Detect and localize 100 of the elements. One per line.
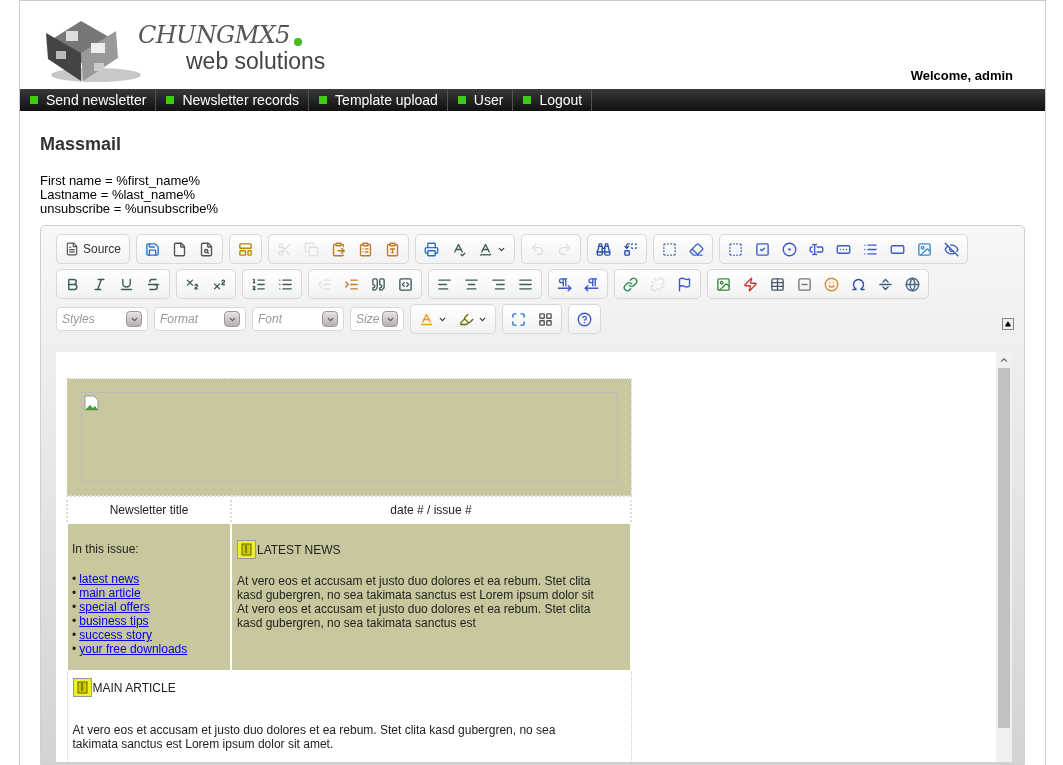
select-field-icon (863, 241, 879, 257)
flash-icon (743, 276, 758, 292)
new-page-icon (172, 241, 188, 257)
preview-icon (199, 241, 215, 257)
smiley-icon (824, 276, 839, 292)
numbered-list-icon (251, 276, 266, 292)
undo-icon (530, 241, 546, 257)
bullet-icon (319, 96, 328, 104)
contents-link[interactable]: your free downloads (79, 642, 188, 656)
broken-image-icon (83, 395, 100, 411)
text-color-icon (419, 311, 434, 327)
paste-text-icon (358, 241, 374, 257)
variable-text: Lastname = %last_name% (40, 188, 195, 202)
contents-link[interactable]: success story (79, 628, 152, 642)
copy-icon (304, 241, 320, 257)
checkbox-icon (755, 241, 771, 257)
bullet-text: • (72, 586, 77, 600)
hidden-field-icon (944, 241, 960, 257)
bullet-text: • (72, 628, 77, 642)
contents-link[interactable]: special offers (79, 600, 150, 614)
bulleted-list-icon (278, 276, 293, 292)
contents-link[interactable]: main article (79, 586, 141, 600)
bullet-icon (30, 96, 38, 104)
variable-text: First name = %first_name% (40, 174, 202, 188)
page-break-icon (878, 276, 893, 292)
source-button[interactable]: Source (60, 238, 127, 260)
contents-link[interactable]: latest news (79, 572, 140, 586)
variable-text: unsubscribe = %unsubscribe% (40, 202, 220, 216)
paste-icon (331, 241, 347, 257)
globe-icon (905, 276, 920, 292)
outdent-icon (317, 276, 332, 292)
bullet-icon (166, 96, 175, 104)
source-icon (65, 242, 79, 256)
select-all-icon (662, 241, 678, 257)
logo-wordmark: CHUNGMX5 (138, 22, 290, 47)
scroll-up-icon (999, 355, 1009, 365)
show-blocks-icon (538, 311, 553, 327)
bullet-icon (457, 96, 466, 104)
spellcheck-icon (451, 241, 467, 257)
image-icon (716, 276, 731, 292)
strikethrough-icon (146, 276, 161, 292)
collapse-arrow-icon (1005, 321, 1011, 327)
background-color-icon (459, 311, 474, 327)
logo-tagline: web solutions (186, 46, 326, 76)
bold-icon (65, 276, 80, 292)
nav-link[interactable]: Logout (513, 89, 593, 111)
combo-field[interactable]: Size (350, 307, 404, 331)
table-icon (770, 276, 785, 292)
indent-icon (344, 276, 359, 292)
bullet-text: • (72, 572, 77, 586)
news-heading: LATEST NEWS (257, 542, 341, 559)
paste-word-icon (385, 241, 401, 257)
bullet-text: • (72, 600, 77, 614)
nav-link[interactable]: Send newsletter (20, 89, 157, 111)
omega-icon (851, 276, 866, 292)
bullet-icon (523, 96, 532, 104)
combo-field[interactable]: Format (154, 307, 246, 331)
left-to-right-icon (557, 276, 572, 292)
find-icon (596, 241, 612, 257)
cut-icon (277, 241, 293, 257)
quote-icon (371, 276, 386, 292)
form-icon (728, 241, 744, 257)
radio-icon (782, 241, 798, 257)
welcome-text: Welcome, admin (910, 66, 1013, 85)
contents-link[interactable]: business tips (79, 614, 149, 628)
link-icon (623, 276, 638, 292)
superscript-icon (212, 276, 227, 292)
redo-icon (557, 241, 573, 257)
subscript-icon (185, 276, 200, 292)
align-right-icon (491, 276, 506, 292)
contents-heading: In this issue: (72, 541, 140, 558)
maximize-icon (511, 311, 526, 327)
save-icon (145, 241, 161, 257)
anchor-flag-icon (677, 276, 692, 292)
help-icon (577, 311, 592, 327)
news-paragraph: At vero eos et accusam et justo duo dolores et ea rebum. Stet clita kasd gubergren, no sea takimata sanctus est Lorem ipsum dolor sit At vero eos et accusam et justo duo dolores et ea rebum. Stet clita kasd gubergren, no sea takimata sanctus est (237, 574, 595, 630)
unlink-icon (650, 276, 665, 292)
article-paragraph: At vero eos et accusam et justo duo dolores et ea rebum. Stet clita kasd gubergren, no sea takimata sanctus est Lorem ipsum dolor sit amet. (72, 723, 557, 751)
align-center-icon (464, 276, 479, 292)
right-to-left-icon (584, 276, 599, 292)
spellcheck-icon (478, 241, 494, 257)
nav-link[interactable]: Newsletter records (156, 89, 310, 111)
nav-link[interactable]: User (447, 89, 514, 111)
collapse-toolbar-button[interactable] (1002, 318, 1014, 330)
justify-icon (518, 276, 533, 292)
div-icon (398, 276, 413, 292)
bullet-text: • (72, 614, 77, 628)
print-icon (424, 241, 440, 257)
replace-icon (623, 241, 639, 257)
italic-icon (92, 276, 107, 292)
combo-field[interactable]: Font (252, 307, 344, 331)
nav-link[interactable]: Template upload (309, 89, 448, 111)
underline-icon (119, 276, 134, 292)
bullet-text: • (72, 642, 77, 656)
article-heading: MAIN ARTICLE (92, 680, 176, 697)
combo-field[interactable]: Styles (56, 307, 148, 331)
page-title: Massmail (40, 133, 123, 156)
text-field-icon (809, 241, 825, 257)
image-button-icon (917, 241, 933, 257)
templates-icon (238, 241, 254, 257)
